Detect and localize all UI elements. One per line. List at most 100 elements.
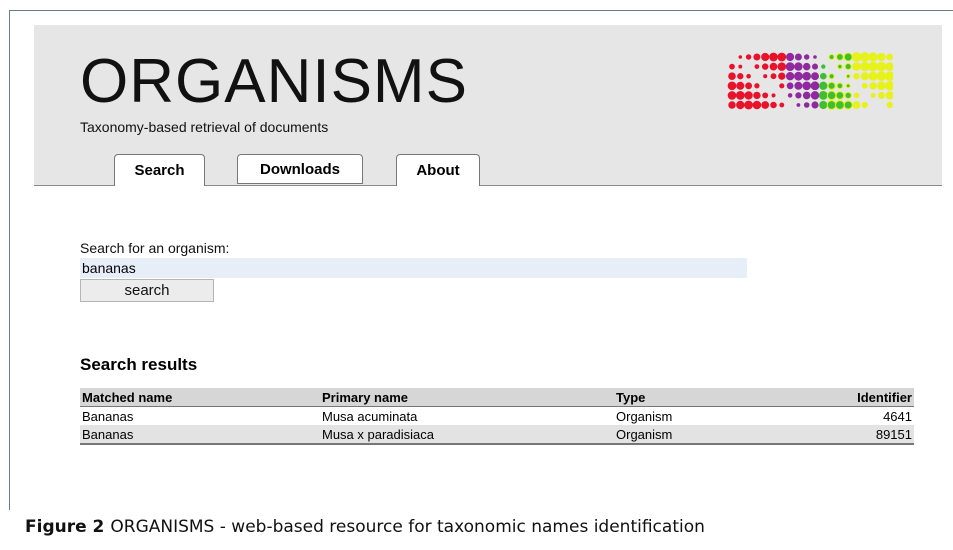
cell-matched-name: Bananas xyxy=(82,408,134,424)
logo-dot xyxy=(826,90,837,101)
logo-dot xyxy=(745,54,752,60)
logo-dot xyxy=(754,64,760,69)
logo-dot xyxy=(794,62,803,71)
logo-dot xyxy=(778,72,786,80)
logo-dot xyxy=(795,92,802,99)
logo-dot xyxy=(886,101,893,109)
logo-dot xyxy=(735,91,745,100)
tab-search[interactable]: Search xyxy=(114,154,205,186)
logo-dot xyxy=(745,82,753,90)
column-header-matched-name[interactable]: Matched name xyxy=(80,388,320,407)
table-row[interactable]: Bananas Musa x paradisiaca Organism 8915… xyxy=(80,425,914,444)
cell-primary-name[interactable]: Musa acuminata xyxy=(320,407,614,426)
logo-dot xyxy=(785,72,795,81)
logo-dot xyxy=(811,72,819,81)
tab-about[interactable]: About xyxy=(396,154,480,186)
logo-dot xyxy=(803,54,810,60)
logo-dot xyxy=(843,52,853,62)
logo-dot xyxy=(802,62,811,71)
logo-dot xyxy=(819,81,828,90)
logo-dot xyxy=(835,91,845,100)
logo-dot xyxy=(885,62,893,71)
results-heading: Search results xyxy=(80,355,198,374)
column-header-primary-name[interactable]: Primary name xyxy=(320,388,614,407)
logo-dot xyxy=(868,71,878,81)
logo-dot xyxy=(752,100,762,110)
logo-dot xyxy=(744,91,753,100)
logo-dot xyxy=(836,82,844,90)
logo-dot xyxy=(810,91,820,100)
logo-dot xyxy=(827,81,836,90)
logo-dot xyxy=(877,91,885,99)
table-row[interactable]: Bananas Musa acuminata Organism 4641 xyxy=(80,407,914,426)
logo-dot xyxy=(811,63,819,70)
logo-dot xyxy=(753,91,761,100)
logo-dot xyxy=(860,72,869,81)
logo-dot xyxy=(754,83,760,89)
cell-type: Organism xyxy=(616,408,673,424)
logo-dot xyxy=(803,102,810,108)
logo-dot xyxy=(761,63,769,70)
cell-identifier: 4641 xyxy=(883,408,912,424)
logo-dot xyxy=(869,82,877,90)
logo-dot xyxy=(802,81,812,91)
logo-dot xyxy=(845,73,851,79)
logo-dot xyxy=(845,83,851,89)
logo-dot xyxy=(835,100,845,110)
logo-dot xyxy=(729,63,735,70)
logo-dot xyxy=(828,53,835,61)
logo-dot xyxy=(836,53,844,61)
logo-dot xyxy=(868,52,878,62)
logo-dot xyxy=(885,91,893,100)
logo-dot xyxy=(786,52,795,62)
table-header-row: Matched name Primary name Type Identifie… xyxy=(80,388,914,407)
logo-dot xyxy=(769,62,778,71)
logo-dot xyxy=(876,71,887,82)
logo-dot xyxy=(769,52,778,62)
logo-dot xyxy=(843,100,853,110)
figure-caption-text: ORGANISMS - web-based resource for taxon… xyxy=(110,517,705,537)
logo-dot xyxy=(837,63,843,70)
logo-dot xyxy=(860,61,870,72)
logo-dot xyxy=(727,81,737,91)
logo-dot xyxy=(877,52,886,62)
logo-dot xyxy=(818,91,828,100)
organism-search-input[interactable] xyxy=(80,258,747,278)
logo-dot xyxy=(786,82,794,90)
logo-dot xyxy=(787,93,793,98)
logo-dot xyxy=(868,61,879,72)
logo-dot xyxy=(884,71,893,82)
logo-dot xyxy=(853,92,860,99)
search-button[interactable]: search xyxy=(80,279,214,302)
logo-dot xyxy=(779,83,785,89)
results-table: Matched name Primary name Type Identifie… xyxy=(80,388,914,445)
logo-dot xyxy=(852,62,861,71)
search-label: Search for an organism: xyxy=(80,240,230,256)
logo-dot xyxy=(876,61,887,72)
logo-dot xyxy=(728,72,736,81)
logo-dot xyxy=(844,91,852,100)
logo-dot xyxy=(794,53,802,61)
logo-dot xyxy=(777,52,787,62)
logo-dot xyxy=(851,52,862,62)
logo-dot xyxy=(861,82,868,89)
logo-dot xyxy=(853,72,860,80)
cell-primary-name[interactable]: Musa x paradisiaca xyxy=(320,425,614,444)
logo-dot xyxy=(771,93,776,98)
column-header-type[interactable]: Type xyxy=(614,388,818,407)
cell-type: Organism xyxy=(614,425,818,444)
column-header-identifier[interactable]: Identifier xyxy=(818,388,914,407)
logo-dot xyxy=(770,73,777,80)
logo-dot xyxy=(811,101,819,109)
logo-dot xyxy=(785,62,795,71)
logo-dot xyxy=(762,92,769,99)
figure-caption-label: Figure 2 xyxy=(25,517,105,537)
logo-dot xyxy=(738,64,743,69)
logo-dot xyxy=(779,102,785,108)
tab-downloads[interactable]: Downloads xyxy=(237,154,363,184)
logo-dot xyxy=(802,91,811,100)
logo-dot xyxy=(810,81,820,91)
logo-dot xyxy=(763,74,768,79)
logo-dot xyxy=(844,63,852,71)
logo-dot xyxy=(761,52,770,62)
